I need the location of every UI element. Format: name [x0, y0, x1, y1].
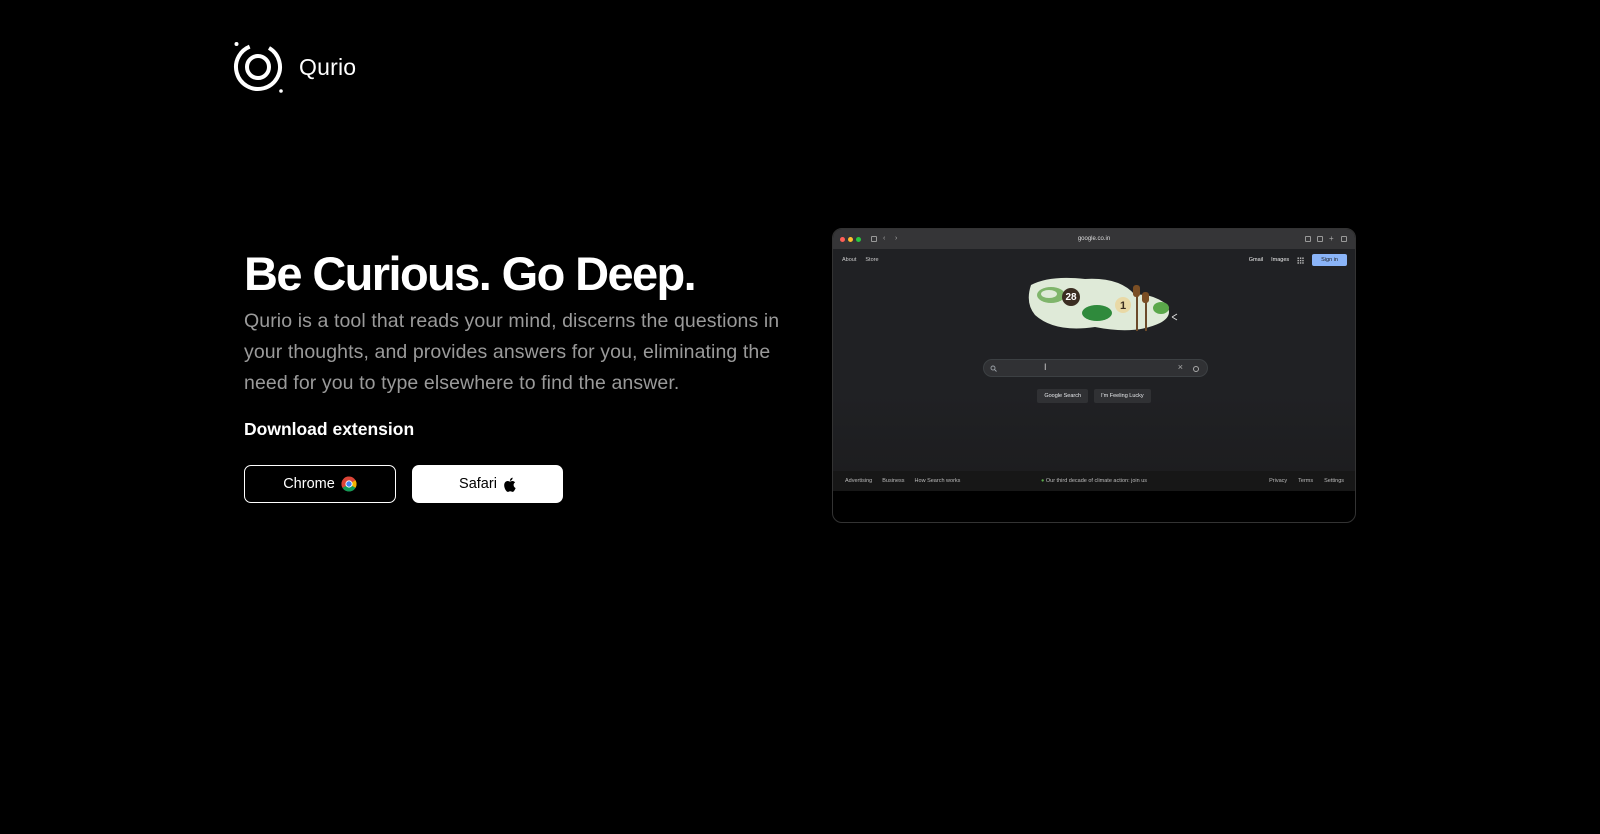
forward-icon: ›: [895, 235, 898, 242]
toolbar-left-icons: ‹ ›: [871, 235, 901, 242]
footer-business: Business: [882, 478, 905, 484]
nav-images: Images: [1271, 257, 1290, 263]
download-heading: Download extension: [244, 419, 415, 439]
sidebar-icon: [871, 236, 877, 242]
download-buttons: Chrome Safari: [244, 465, 804, 503]
google-search-button: Google Search: [1037, 389, 1089, 403]
browser-toolbar: ‹ › google.co.in +: [833, 229, 1355, 249]
download-icon: [1305, 236, 1311, 242]
leaf-icon: ●: [1041, 478, 1045, 484]
toolbar-right-icons: +: [1305, 234, 1347, 243]
qurio-logo-icon: [234, 42, 283, 93]
footer-advertising: Advertising: [845, 478, 873, 484]
footer-left-links: Advertising Business How Search works: [845, 478, 960, 484]
share-icon: [1317, 236, 1323, 242]
text-cursor-icon: I: [1044, 362, 1047, 372]
maximize-dot-icon: [856, 236, 861, 242]
chrome-button-label: Chrome: [283, 476, 335, 492]
google-doodle-icon: 28 1: [1028, 277, 1178, 331]
close-dot-icon: [840, 236, 845, 242]
nav-store: Store: [865, 257, 879, 263]
lens-icon: [1193, 366, 1199, 372]
footer-how-search-works: How Search works: [914, 478, 961, 484]
chrome-icon: [341, 476, 357, 492]
footer-climate: ● Our third decade of climate action: jo…: [1041, 478, 1147, 484]
doodle-number-28: 28: [1065, 292, 1077, 303]
footer-privacy: Privacy: [1269, 478, 1288, 484]
nav-gmail: Gmail: [1248, 257, 1264, 263]
feeling-lucky-button: I'm Feeling Lucky: [1094, 389, 1151, 403]
doodle-number-1: 1: [1120, 300, 1126, 312]
minimize-dot-icon: [848, 236, 853, 242]
brand-name: Qurio: [299, 53, 357, 80]
google-footer: Advertising Business How Search works ● …: [833, 471, 1355, 491]
google-search-box: I ×: [983, 359, 1208, 377]
footer-settings: Settings: [1324, 478, 1344, 484]
apple-icon: [504, 477, 516, 492]
clear-icon: ×: [1177, 362, 1183, 372]
back-icon: ‹: [883, 235, 886, 242]
google-search-buttons: Google Search I'm Feeling Lucky: [833, 389, 1355, 403]
browser-url: google.co.in: [1077, 236, 1111, 242]
footer-terms: Terms: [1298, 478, 1314, 484]
search-icon: [990, 365, 997, 372]
safari-download-button[interactable]: Safari: [412, 465, 563, 503]
browser-preview: ‹ › google.co.in + About Store Gmail Ima…: [832, 228, 1356, 523]
chrome-download-button[interactable]: Chrome: [244, 465, 396, 503]
hero-description: Qurio is a tool that reads your mind, di…: [244, 310, 780, 394]
nav-about: About: [842, 257, 857, 263]
new-tab-icon: +: [1329, 234, 1334, 243]
apps-grid-icon: [1297, 256, 1305, 264]
footer-right-links: Privacy Terms Settings: [1269, 478, 1344, 484]
sign-in-button: Sign in: [1312, 254, 1347, 266]
hero-title: Be Curious. Go Deep.: [244, 247, 697, 300]
hero-section: Be Curious. Go Deep. Qurio is a tool tha…: [244, 248, 804, 503]
google-nav-left: About Store: [842, 257, 879, 263]
brand-logo[interactable]: Qurio: [233, 40, 356, 94]
safari-button-label: Safari: [459, 476, 497, 492]
google-page: About Store Gmail Images Sign in 28 1 I …: [833, 249, 1355, 491]
google-nav-right: Gmail Images Sign in: [1249, 254, 1347, 266]
footer-climate-text: Our third decade of climate action: join…: [1045, 478, 1148, 484]
tabs-icon: [1341, 236, 1347, 242]
